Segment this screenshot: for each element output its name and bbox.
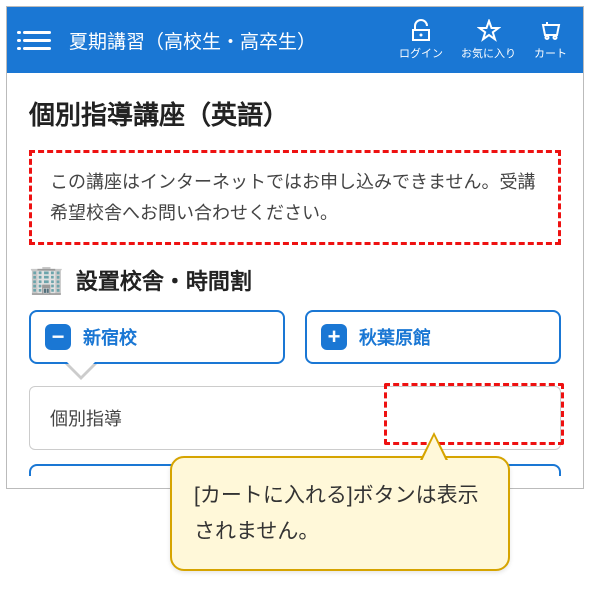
header-icons: ログイン お気に入り カート <box>399 19 567 61</box>
section-header: 🏢 設置校舎・時間割 <box>29 263 561 296</box>
minus-icon: − <box>45 324 71 350</box>
favorite-label: お気に入り <box>461 45 516 61</box>
login-button[interactable]: ログイン <box>399 19 443 61</box>
header-title: 夏期講習（高校生・高卒生） <box>69 27 381 54</box>
login-label: ログイン <box>399 45 443 61</box>
unlock-icon <box>409 19 433 43</box>
app-header: 夏期講習（高校生・高卒生） ログイン お気に入り カート <box>7 7 583 73</box>
highlight-box <box>384 383 564 445</box>
tab-akihabara[interactable]: + 秋葉原館 <box>305 310 561 364</box>
campus-tabs: − 新宿校 + 秋葉原館 <box>29 310 561 364</box>
cart-label: カート <box>534 45 567 61</box>
main-content: 個別指導講座（英語） この講座はインターネットではお申し込みできません。受講希望… <box>7 73 583 488</box>
cart-button[interactable]: カート <box>534 19 567 61</box>
favorite-button[interactable]: お気に入り <box>461 19 516 61</box>
menu-icon[interactable] <box>23 31 51 50</box>
tab-label: 秋葉原館 <box>359 324 431 350</box>
callout-tooltip: [カートに入れる]ボタンは表示されません。 <box>170 456 510 571</box>
tab-shinjuku[interactable]: − 新宿校 <box>29 310 285 364</box>
star-icon <box>477 19 501 43</box>
building-icon: 🏢 <box>29 263 64 296</box>
notice-box: この講座はインターネットではお申し込みできません。受講希望校舎へお問い合わせくだ… <box>29 150 561 245</box>
plus-icon: + <box>321 324 347 350</box>
course-row: 個別指導 <box>29 386 561 450</box>
page-title: 個別指導講座（英語） <box>29 95 561 132</box>
tab-label: 新宿校 <box>83 324 137 350</box>
section-title: 設置校舎・時間割 <box>76 264 252 296</box>
cart-icon <box>539 19 563 43</box>
